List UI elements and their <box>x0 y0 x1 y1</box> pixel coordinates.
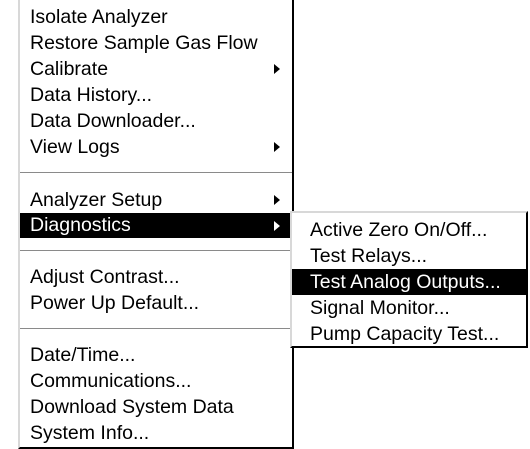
submenu-item-signal-monitor[interactable]: Signal Monitor... <box>292 295 526 321</box>
menu-item-label: Adjust Contrast... <box>30 266 180 288</box>
menu-item-label: Diagnostics <box>30 214 131 236</box>
main-menu: Isolate Analyzer Restore Sample Gas Flow… <box>18 0 294 449</box>
menu-item-calibrate[interactable]: Calibrate <box>20 56 292 82</box>
menu-item-label: Data History... <box>30 84 153 106</box>
submenu-item-pump-capacity-test[interactable]: Pump Capacity Test... <box>292 321 526 347</box>
menu-item-label: Test Relays... <box>310 245 428 267</box>
menu-separator <box>20 328 292 330</box>
menu-item-label: View Logs <box>30 136 120 158</box>
submenu-arrow-icon <box>274 195 280 205</box>
menu-item-data-history[interactable]: Data History... <box>20 82 292 108</box>
menu-item-label: Download System Data <box>30 396 234 418</box>
menu-item-adjust-contrast[interactable]: Adjust Contrast... <box>20 264 292 290</box>
submenu-item-active-zero[interactable]: Active Zero On/Off... <box>292 217 526 243</box>
submenu-arrow-icon <box>274 64 280 74</box>
submenu-arrow-icon <box>274 221 280 231</box>
menu-item-label: Restore Sample Gas Flow <box>30 32 258 54</box>
menu-item-analyzer-setup[interactable]: Analyzer Setup <box>20 187 292 213</box>
menu-item-label: System Info... <box>30 422 150 444</box>
menu-separator <box>20 250 292 252</box>
menu-item-download-system-data[interactable]: Download System Data <box>20 394 292 420</box>
menu-item-label: Power Up Default... <box>30 292 200 314</box>
menu-item-label: Isolate Analyzer <box>30 6 168 28</box>
menu-item-power-up-default[interactable]: Power Up Default... <box>20 290 292 316</box>
menu-item-communications[interactable]: Communications... <box>20 368 292 394</box>
menu-item-label: Data Downloader... <box>30 110 196 132</box>
menu-item-label: Test Analog Outputs... <box>310 271 501 293</box>
submenu-arrow-icon <box>274 142 280 152</box>
menu-item-label: Active Zero On/Off... <box>310 219 488 241</box>
menu-item-label: Calibrate <box>30 58 109 80</box>
menu-item-label: Pump Capacity Test... <box>310 323 500 345</box>
menu-item-label: Signal Monitor... <box>310 297 450 319</box>
menu-item-label: Analyzer Setup <box>30 189 163 211</box>
menu-item-system-info[interactable]: System Info... <box>20 420 292 446</box>
submenu-item-test-analog-outputs[interactable]: Test Analog Outputs... <box>292 269 526 295</box>
menu-item-view-logs[interactable]: View Logs <box>20 134 292 160</box>
menu-item-data-downloader[interactable]: Data Downloader... <box>20 108 292 134</box>
diagnostics-submenu: Active Zero On/Off... Test Relays... Tes… <box>290 211 528 348</box>
menu-item-restore-sample-gas-flow[interactable]: Restore Sample Gas Flow <box>20 30 292 56</box>
menu-item-date-time[interactable]: Date/Time... <box>20 342 292 368</box>
menu-item-diagnostics[interactable]: Diagnostics <box>20 213 292 238</box>
menu-separator <box>20 172 292 174</box>
menu-item-isolate-analyzer[interactable]: Isolate Analyzer <box>20 4 292 30</box>
submenu-item-test-relays[interactable]: Test Relays... <box>292 243 526 269</box>
menu-item-label: Communications... <box>30 370 192 392</box>
menu-item-label: Date/Time... <box>30 344 136 366</box>
